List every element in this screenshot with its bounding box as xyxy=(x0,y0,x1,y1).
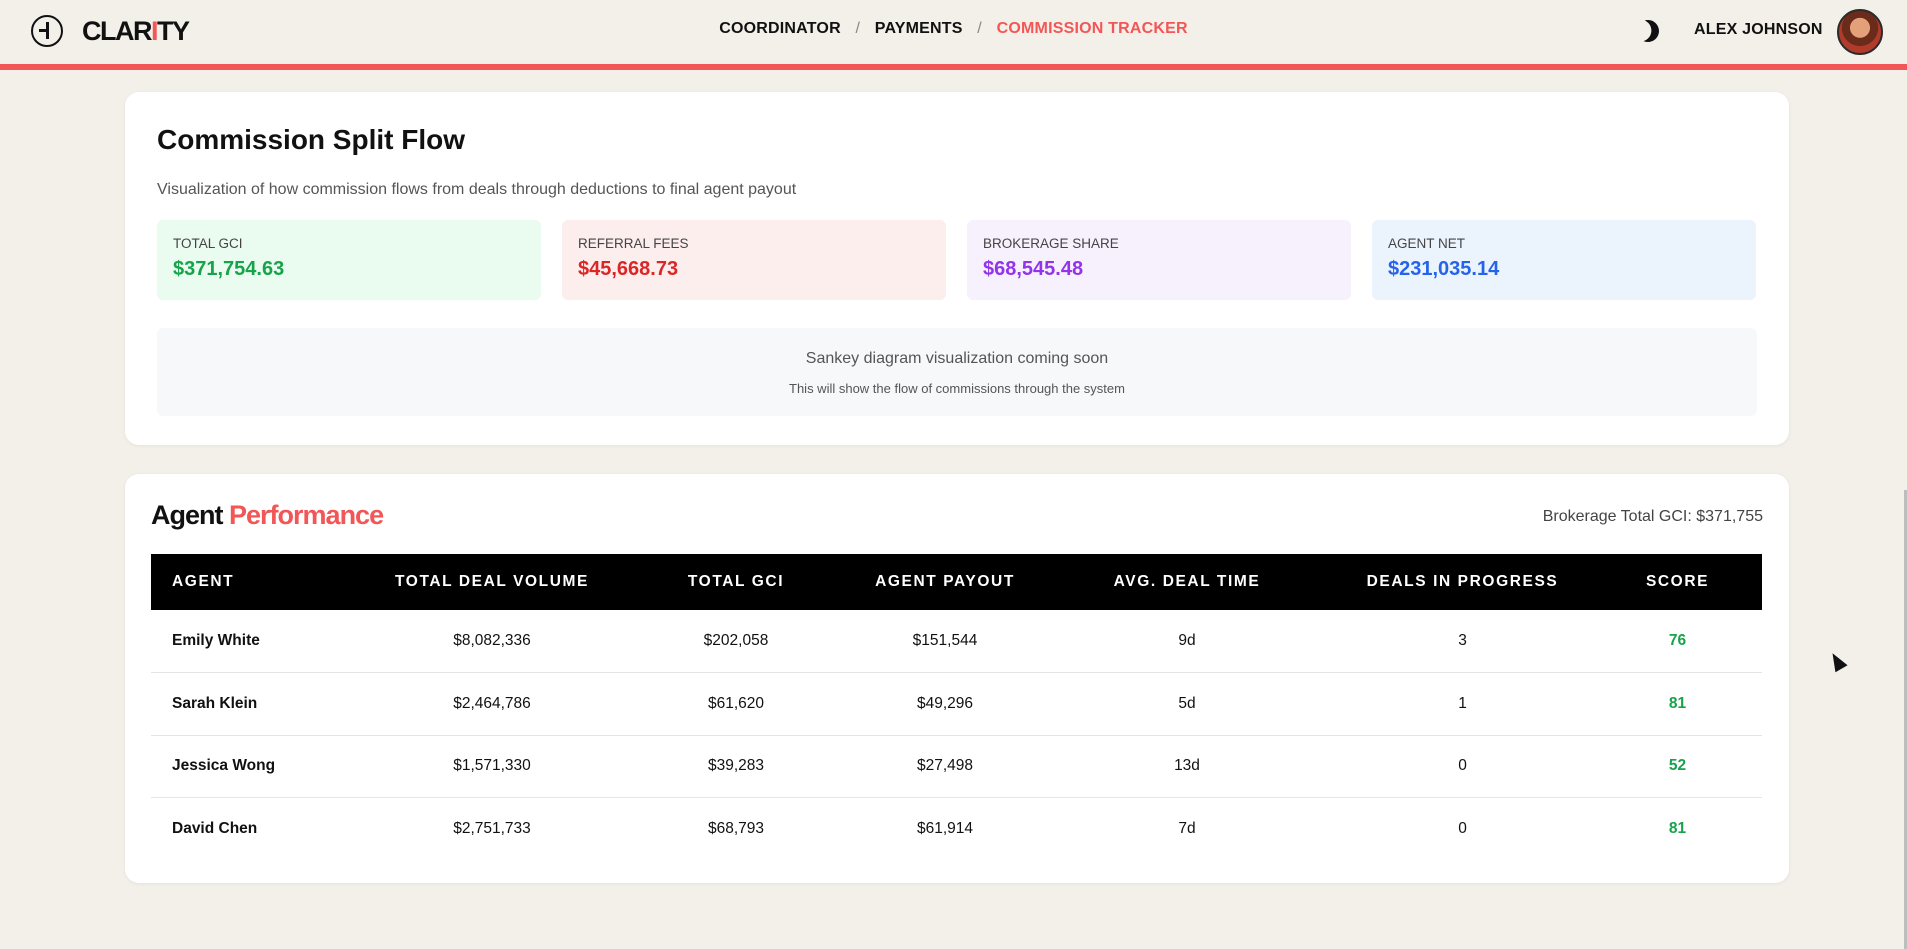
avg-deal-time: 5d xyxy=(1178,694,1196,712)
deals-in-progress: 1 xyxy=(1458,694,1467,712)
total-gci: $68,793 xyxy=(707,820,765,837)
breadcrumb-separator: / xyxy=(977,20,982,37)
avg-deal-time: 7d xyxy=(1178,820,1196,837)
table-row[interactable]: Sarah Klein $2,464,786 $61,620 $49,296 5… xyxy=(151,673,1762,735)
agent-performance-table: AGENT TOTAL DEAL VOLUME TOTAL GCI AGENT … xyxy=(151,554,1762,860)
total-gci: $39,283 xyxy=(707,757,765,775)
commission-split-flow-card: Commission Split Flow Visualization of h… xyxy=(125,92,1789,445)
card-subtitle: Visualization of how commission flows fr… xyxy=(157,181,797,198)
stat-label: REFERRAL FEES xyxy=(578,236,689,251)
table-row[interactable]: Emily White $8,082,336 $202,058 $151,544… xyxy=(151,610,1762,673)
agent-payout: $27,498 xyxy=(916,757,974,775)
deals-in-progress: 3 xyxy=(1458,632,1467,649)
column-header-agent-payout[interactable]: AGENT PAYOUT xyxy=(848,554,1042,610)
stat-referral-fees: REFERRAL FEES $45,668.73 xyxy=(562,220,946,300)
sankey-placeholder: Sankey diagram visualization coming soon… xyxy=(157,328,1757,416)
sankey-placeholder-title: Sankey diagram visualization coming soon xyxy=(805,350,1109,367)
column-header-agent[interactable]: AGENT xyxy=(151,554,360,610)
user-name[interactable]: ALEX JOHNSON xyxy=(1694,21,1823,39)
stat-agent-net: AGENT NET $231,035.14 xyxy=(1372,220,1756,300)
total-deal-volume: $2,464,786 xyxy=(453,694,531,712)
deals-in-progress: 0 xyxy=(1458,757,1467,775)
agent-performance-title: Agent Performance xyxy=(151,500,384,530)
column-header-avg-deal-time[interactable]: AVG. DEAL TIME xyxy=(1042,554,1332,610)
agent-payout: $49,296 xyxy=(916,694,974,712)
total-gci: $202,058 xyxy=(703,632,769,649)
agent-payout: $61,914 xyxy=(916,820,974,837)
breadcrumb-payments[interactable]: PAYMENTS xyxy=(875,20,963,38)
score: 81 xyxy=(1668,694,1687,712)
breadcrumb-commission-tracker: COMMISSION TRACKER xyxy=(996,20,1188,37)
column-header-total-gci[interactable]: TOTAL GCI xyxy=(624,554,848,610)
total-deal-volume: $8,082,336 xyxy=(453,632,531,649)
stat-total-gci: TOTAL GCI $371,754.63 xyxy=(157,220,541,300)
sankey-placeholder-subtitle: This will show the flow of commissions t… xyxy=(789,381,1125,396)
stat-label: AGENT NET xyxy=(1388,236,1466,251)
table-header-row: AGENT TOTAL DEAL VOLUME TOTAL GCI AGENT … xyxy=(151,554,1762,610)
stat-brokerage-share: BROKERAGE SHARE $68,545.48 xyxy=(967,220,1351,300)
score: 81 xyxy=(1668,820,1687,837)
agent-name: Emily White xyxy=(172,632,260,649)
breadcrumb-coordinator[interactable]: COORDINATOR xyxy=(719,20,841,38)
score: 52 xyxy=(1668,757,1687,775)
agent-name: David Chen xyxy=(172,820,258,837)
table-row[interactable]: David Chen $2,751,733 $68,793 $61,914 7d… xyxy=(151,798,1762,861)
total-deal-volume: $2,751,733 xyxy=(453,820,531,837)
deals-in-progress: 0 xyxy=(1458,820,1467,837)
agent-payout: $151,544 xyxy=(912,632,978,649)
column-header-deals-in-progress[interactable]: DEALS IN PROGRESS xyxy=(1332,554,1593,610)
mouse-cursor-icon xyxy=(1826,649,1848,673)
table-row[interactable]: Jessica Wong $1,571,330 $39,283 $27,498 … xyxy=(151,735,1762,798)
avatar[interactable] xyxy=(1837,9,1883,55)
agent-name: Jessica Wong xyxy=(172,757,276,775)
column-header-total-deal-volume[interactable]: TOTAL DEAL VOLUME xyxy=(360,554,624,610)
avg-deal-time: 13d xyxy=(1174,757,1200,775)
score: 76 xyxy=(1668,632,1687,649)
breadcrumb-separator: / xyxy=(855,20,861,37)
brokerage-total-gci: Brokerage Total GCI: $371,755 xyxy=(1542,508,1763,525)
top-navbar: CLARITY COORDINATOR / PAYMENTS / COMMISS… xyxy=(0,0,1907,70)
column-header-score[interactable]: SCORE xyxy=(1593,554,1762,610)
stat-label: BROKERAGE SHARE xyxy=(983,236,1119,251)
agent-performance-card: Agent Performance Brokerage Total GCI: $… xyxy=(125,474,1789,883)
stat-value: $371,754.63 xyxy=(173,258,285,280)
total-gci: $61,620 xyxy=(707,694,765,712)
total-deal-volume: $1,571,330 xyxy=(453,757,531,775)
stat-label: TOTAL GCI xyxy=(173,236,243,251)
breadcrumb: COORDINATOR / PAYMENTS / COMMISSION TRAC… xyxy=(0,20,1907,38)
card-title: Commission Split Flow xyxy=(157,124,466,155)
stat-value: $45,668.73 xyxy=(578,258,679,280)
stat-value: $231,035.14 xyxy=(1388,258,1500,280)
stat-value: $68,545.48 xyxy=(983,258,1084,280)
avg-deal-time: 9d xyxy=(1178,632,1196,649)
agent-name: Sarah Klein xyxy=(172,694,258,712)
